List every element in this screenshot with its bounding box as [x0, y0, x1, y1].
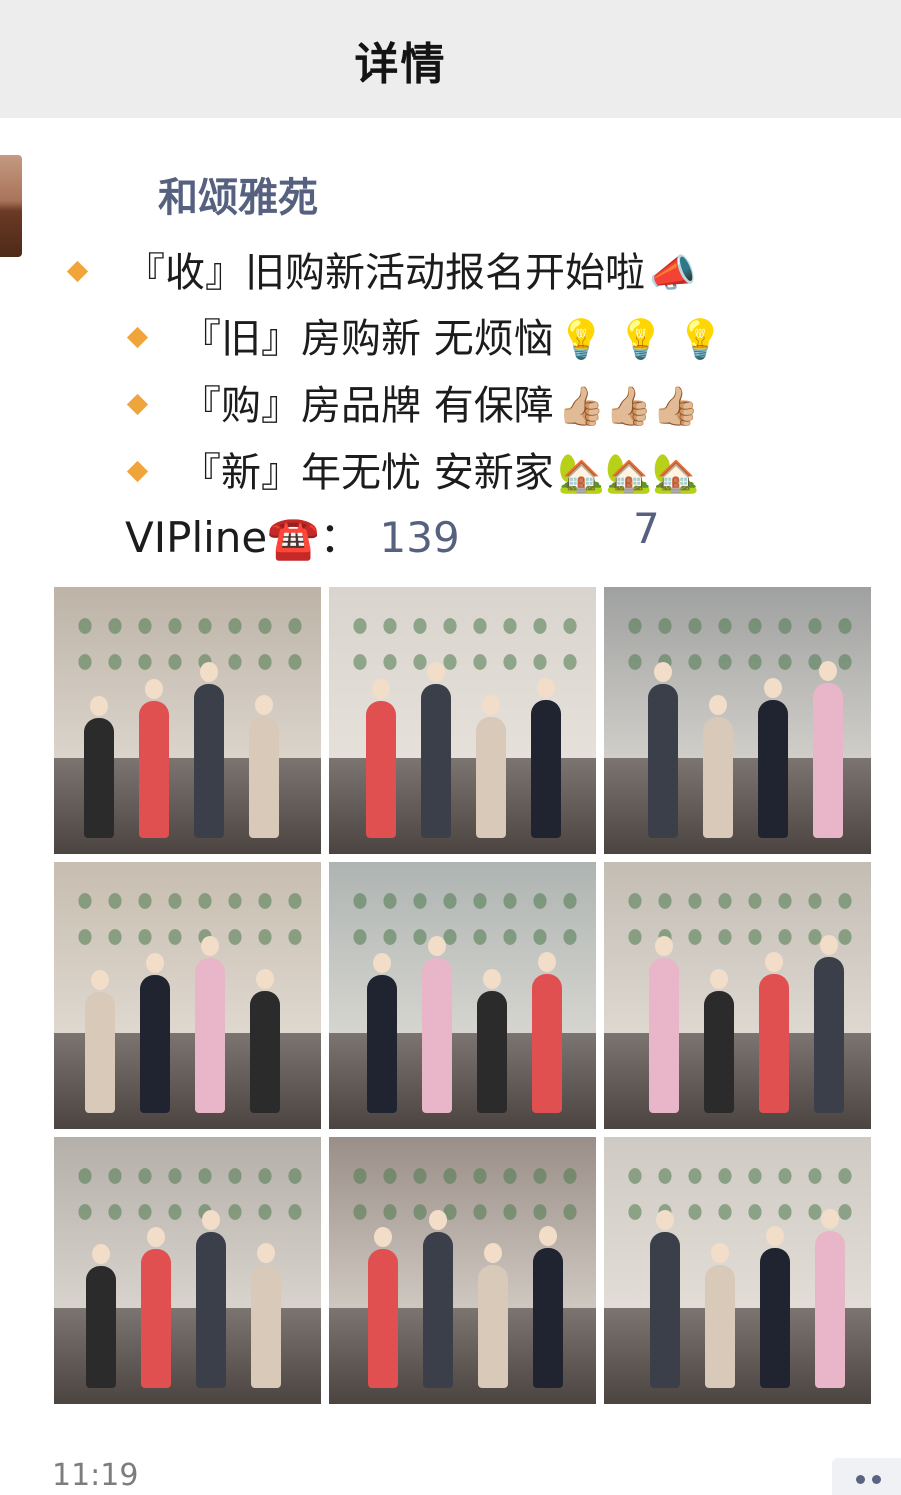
person-figure: [249, 694, 279, 838]
photo-thumbnail[interactable]: [329, 587, 596, 854]
wall-art: [70, 883, 305, 964]
nav-bar: 详情: [0, 0, 901, 118]
person-figure: [86, 1243, 116, 1388]
person-figure: [813, 660, 843, 838]
item-text: 『购』房品牌 有保障: [181, 383, 554, 429]
person-figure: [368, 1226, 398, 1388]
post-headline: 『收』旧购新活动报名开始啦 📣: [66, 240, 697, 298]
wall-art: [70, 608, 305, 689]
person-figure: [139, 678, 169, 838]
item-text: 『新』年无忧 安新家: [181, 450, 554, 496]
photo-thumbnail[interactable]: [54, 1137, 321, 1404]
page-title: 详情: [354, 39, 447, 90]
person-figure: [195, 935, 225, 1113]
person-figure: [367, 952, 397, 1113]
photo-thumbnail[interactable]: [54, 587, 321, 854]
person-figure: [705, 1242, 735, 1388]
more-button[interactable]: [832, 1458, 901, 1495]
person-figure: [422, 935, 452, 1113]
photo-grid: [54, 587, 871, 1404]
person-figure: [366, 678, 396, 838]
person-figure: [760, 1225, 790, 1388]
person-figure: [704, 968, 734, 1113]
person-figure: [85, 969, 115, 1113]
person-figure: [421, 661, 451, 838]
person-figure: [423, 1209, 453, 1388]
person-figure: [650, 1209, 680, 1388]
photo-thumbnail[interactable]: [604, 587, 871, 854]
person-figure: [759, 951, 789, 1113]
diamond-bullet-icon: [126, 460, 149, 482]
person-figure: [84, 695, 114, 838]
diamond-bullet-icon: [126, 393, 149, 415]
house-icon: 🏡🏡🏡: [557, 451, 700, 495]
photo-thumbnail[interactable]: [54, 862, 321, 1129]
person-figure: [250, 968, 280, 1113]
person-figure: [476, 694, 506, 838]
author-name[interactable]: 和颂雅苑: [158, 165, 318, 223]
person-figure: [478, 1242, 508, 1388]
person-figure: [815, 1208, 845, 1388]
wall-art: [620, 1158, 855, 1239]
photo-thumbnail[interactable]: [329, 1137, 596, 1404]
item-text: 『旧』房购新 无烦恼: [181, 316, 554, 362]
person-figure: [649, 935, 679, 1113]
photo-thumbnail[interactable]: [329, 862, 596, 1129]
post-item: 『旧』房购新 无烦恼 💡 💡 💡: [126, 306, 724, 364]
more-icon: [856, 1475, 865, 1484]
thumbs-up-icon: 👍🏼👍🏼👍🏼: [557, 384, 700, 428]
diamond-bullet-icon: [66, 260, 89, 282]
person-figure: [648, 661, 678, 838]
wall-art: [620, 883, 855, 964]
person-figure: [140, 952, 170, 1113]
person-figure: [251, 1242, 281, 1388]
person-figure: [477, 968, 507, 1113]
person-figure: [703, 694, 733, 838]
post-item: 『新』年无忧 安新家 🏡🏡🏡: [126, 440, 700, 498]
person-figure: [532, 951, 562, 1113]
diamond-bullet-icon: [126, 326, 149, 348]
headline-text: 『收』旧购新活动报名开始啦: [125, 250, 645, 296]
lightbulb-icon: 💡 💡 💡: [557, 317, 724, 361]
photo-thumbnail[interactable]: [604, 1137, 871, 1404]
photo-thumbnail[interactable]: [604, 862, 871, 1129]
person-figure: [531, 677, 561, 838]
person-figure: [758, 677, 788, 838]
more-icon: [872, 1475, 881, 1484]
phone-number-start[interactable]: 139: [380, 513, 460, 562]
megaphone-icon: 📣: [649, 251, 697, 295]
post-item: 『购』房品牌 有保障 👍🏼👍🏼👍🏼: [126, 373, 700, 431]
person-figure: [194, 661, 224, 838]
person-figure: [141, 1226, 171, 1388]
wall-art: [70, 1158, 305, 1239]
post-timestamp: 11:19: [52, 1458, 139, 1493]
vip-line: VIPline☎️： 139 7: [125, 504, 660, 565]
wall-art: [345, 608, 580, 689]
vip-label: VIPline☎️：: [125, 513, 362, 562]
phone-number-end[interactable]: 7: [633, 504, 660, 553]
person-figure: [814, 934, 844, 1113]
person-figure: [533, 1225, 563, 1388]
person-figure: [196, 1209, 226, 1388]
avatar[interactable]: [0, 155, 22, 257]
